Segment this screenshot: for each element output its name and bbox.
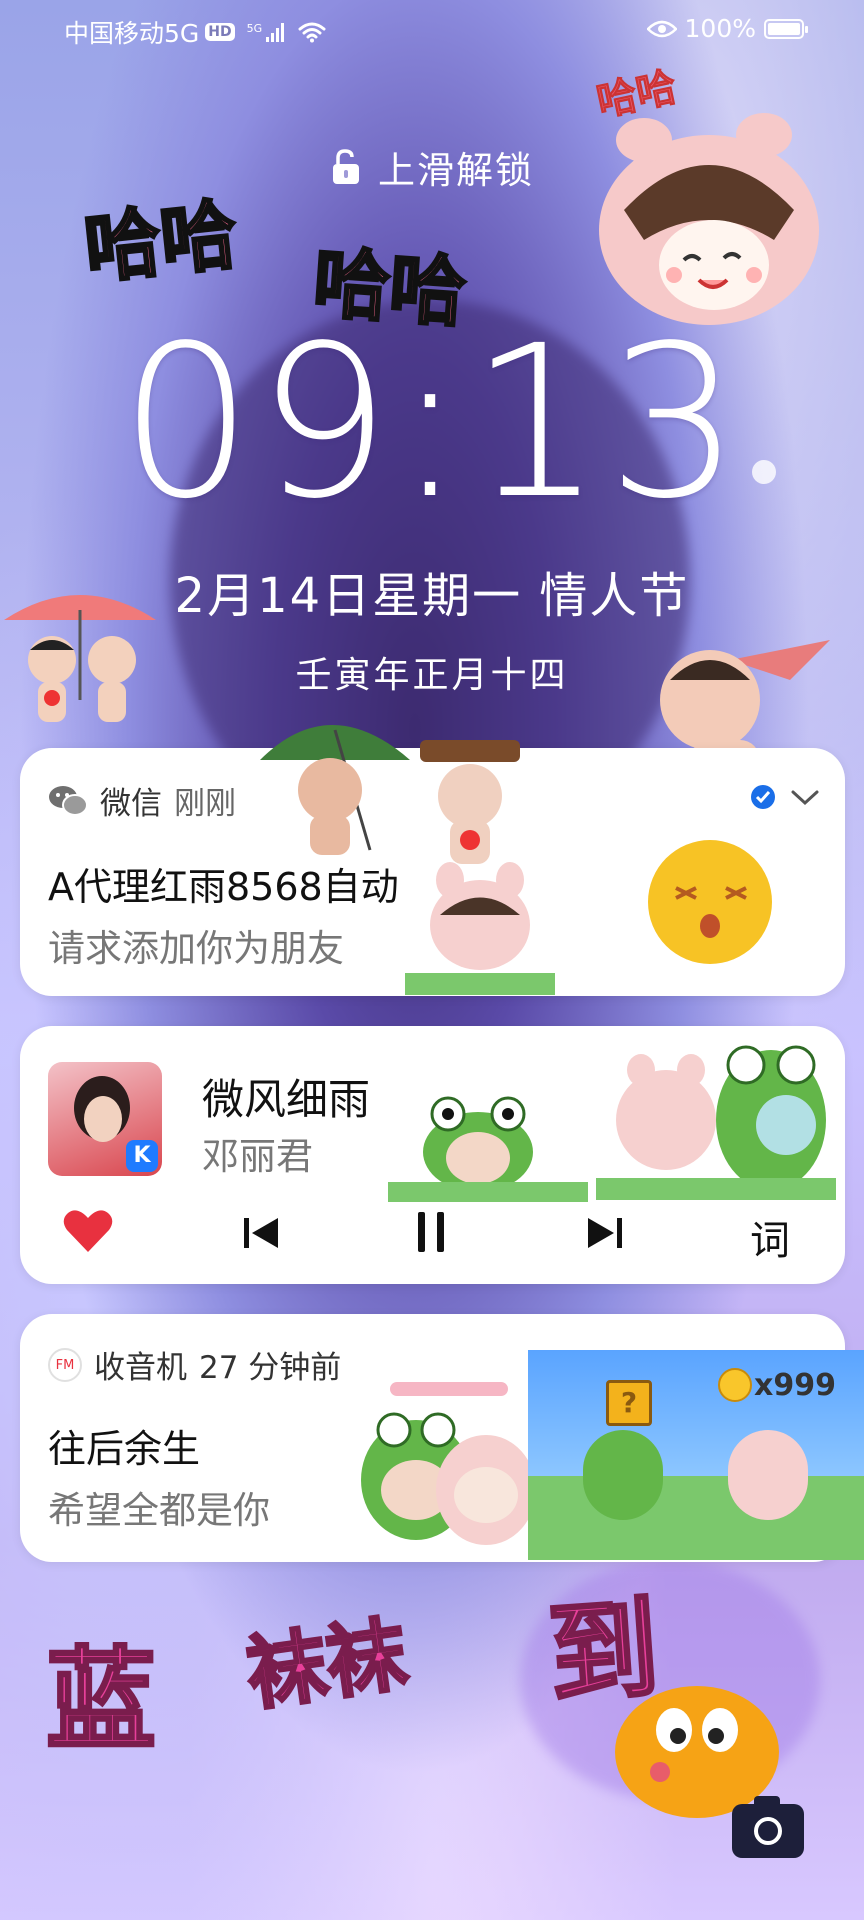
status-bar: 中国移动5G HD 5G 100% <box>0 0 864 62</box>
status-left: 中国移动5G HD 5G <box>64 14 326 50</box>
unlock-icon <box>333 149 359 184</box>
cartoon-frog-kid <box>388 1096 588 1202</box>
cartoon-kid-umbrella-green <box>260 725 410 855</box>
fm-radio-icon: FM <box>48 1347 82 1382</box>
cartoon-bunny-frog-fishbowl <box>596 1045 836 1200</box>
wechat-header: 微信 刚刚 <box>48 778 236 823</box>
wechat-body: 请求添加你为朋友 <box>48 927 344 970</box>
cartoon-kid-basket <box>420 740 520 864</box>
album-art[interactable]: K <box>48 1062 162 1176</box>
cartoon-bunny-girl <box>405 862 555 995</box>
carrier-label: 中国移动5G <box>64 19 200 48</box>
coin-game-sticker: ? x999 <box>528 1350 864 1560</box>
status-right: 100% <box>646 14 808 43</box>
verified-icon <box>751 785 775 809</box>
wechat-title: A代理红雨8568自动 <box>48 865 399 909</box>
net-type-label: 5G <box>246 22 263 35</box>
bunny-kid-figure <box>728 1430 808 1520</box>
emoji-kiss-face <box>648 840 772 964</box>
song-title: 微风细雨 <box>202 1075 371 1124</box>
heart-icon[interactable] <box>62 1208 114 1254</box>
cartoon-frog-bunny-hug <box>361 1412 536 1545</box>
coin-count: x999 <box>754 1368 836 1403</box>
battery-icon <box>764 18 808 39</box>
eye-icon <box>646 20 677 37</box>
previous-track-icon[interactable] <box>242 1216 282 1250</box>
haha-sticker-left: 哈哈 <box>79 172 242 297</box>
battery-percent: 100% <box>684 14 756 43</box>
song-artist: 邓丽君 <box>202 1135 313 1178</box>
haha-left-text: 哈哈 <box>79 188 242 295</box>
radio-title: 往后余生 <box>48 1427 201 1471</box>
radio-time: 27 分钟前 <box>199 1350 342 1386</box>
signal-icon: 5G <box>247 22 285 42</box>
coin-icon <box>718 1368 752 1402</box>
hd-badge: HD <box>205 23 235 41</box>
next-track-icon[interactable] <box>584 1216 624 1250</box>
sticker-word-wawa: 袜袜 <box>240 1606 414 1723</box>
radio-header: FM 收音机 27 分钟前 <box>48 1342 341 1387</box>
camera-shortcut-icon[interactable] <box>732 1796 804 1858</box>
lyrics-button[interactable]: 词 <box>750 1208 790 1266</box>
question-block-icon: ? <box>606 1380 652 1426</box>
sticker-word-lan: 蓝 <box>45 1635 158 1766</box>
camera-lens <box>754 1817 782 1845</box>
album-art-face <box>84 1096 122 1142</box>
wechat-time: 刚刚 <box>174 786 236 822</box>
unlock-hint-label: 上滑解锁 <box>378 149 534 192</box>
cartoon-umbrella-kids <box>4 595 156 722</box>
radio-app-name: 收音机 <box>94 1350 187 1386</box>
wifi-icon <box>298 22 326 43</box>
lock-clock: 09:13 <box>119 300 745 545</box>
kugou-badge-icon: K <box>126 1140 158 1172</box>
radio-body: 希望全都是你 <box>48 1489 270 1532</box>
pause-icon[interactable] <box>414 1210 448 1254</box>
frog-kid-figure <box>583 1430 663 1520</box>
chevron-down-icon[interactable] <box>790 788 820 808</box>
wechat-app-name: 微信 <box>100 786 162 822</box>
battery-fill <box>768 22 800 35</box>
wechat-icon <box>49 785 88 816</box>
heart-progress-sticker <box>390 1382 508 1396</box>
